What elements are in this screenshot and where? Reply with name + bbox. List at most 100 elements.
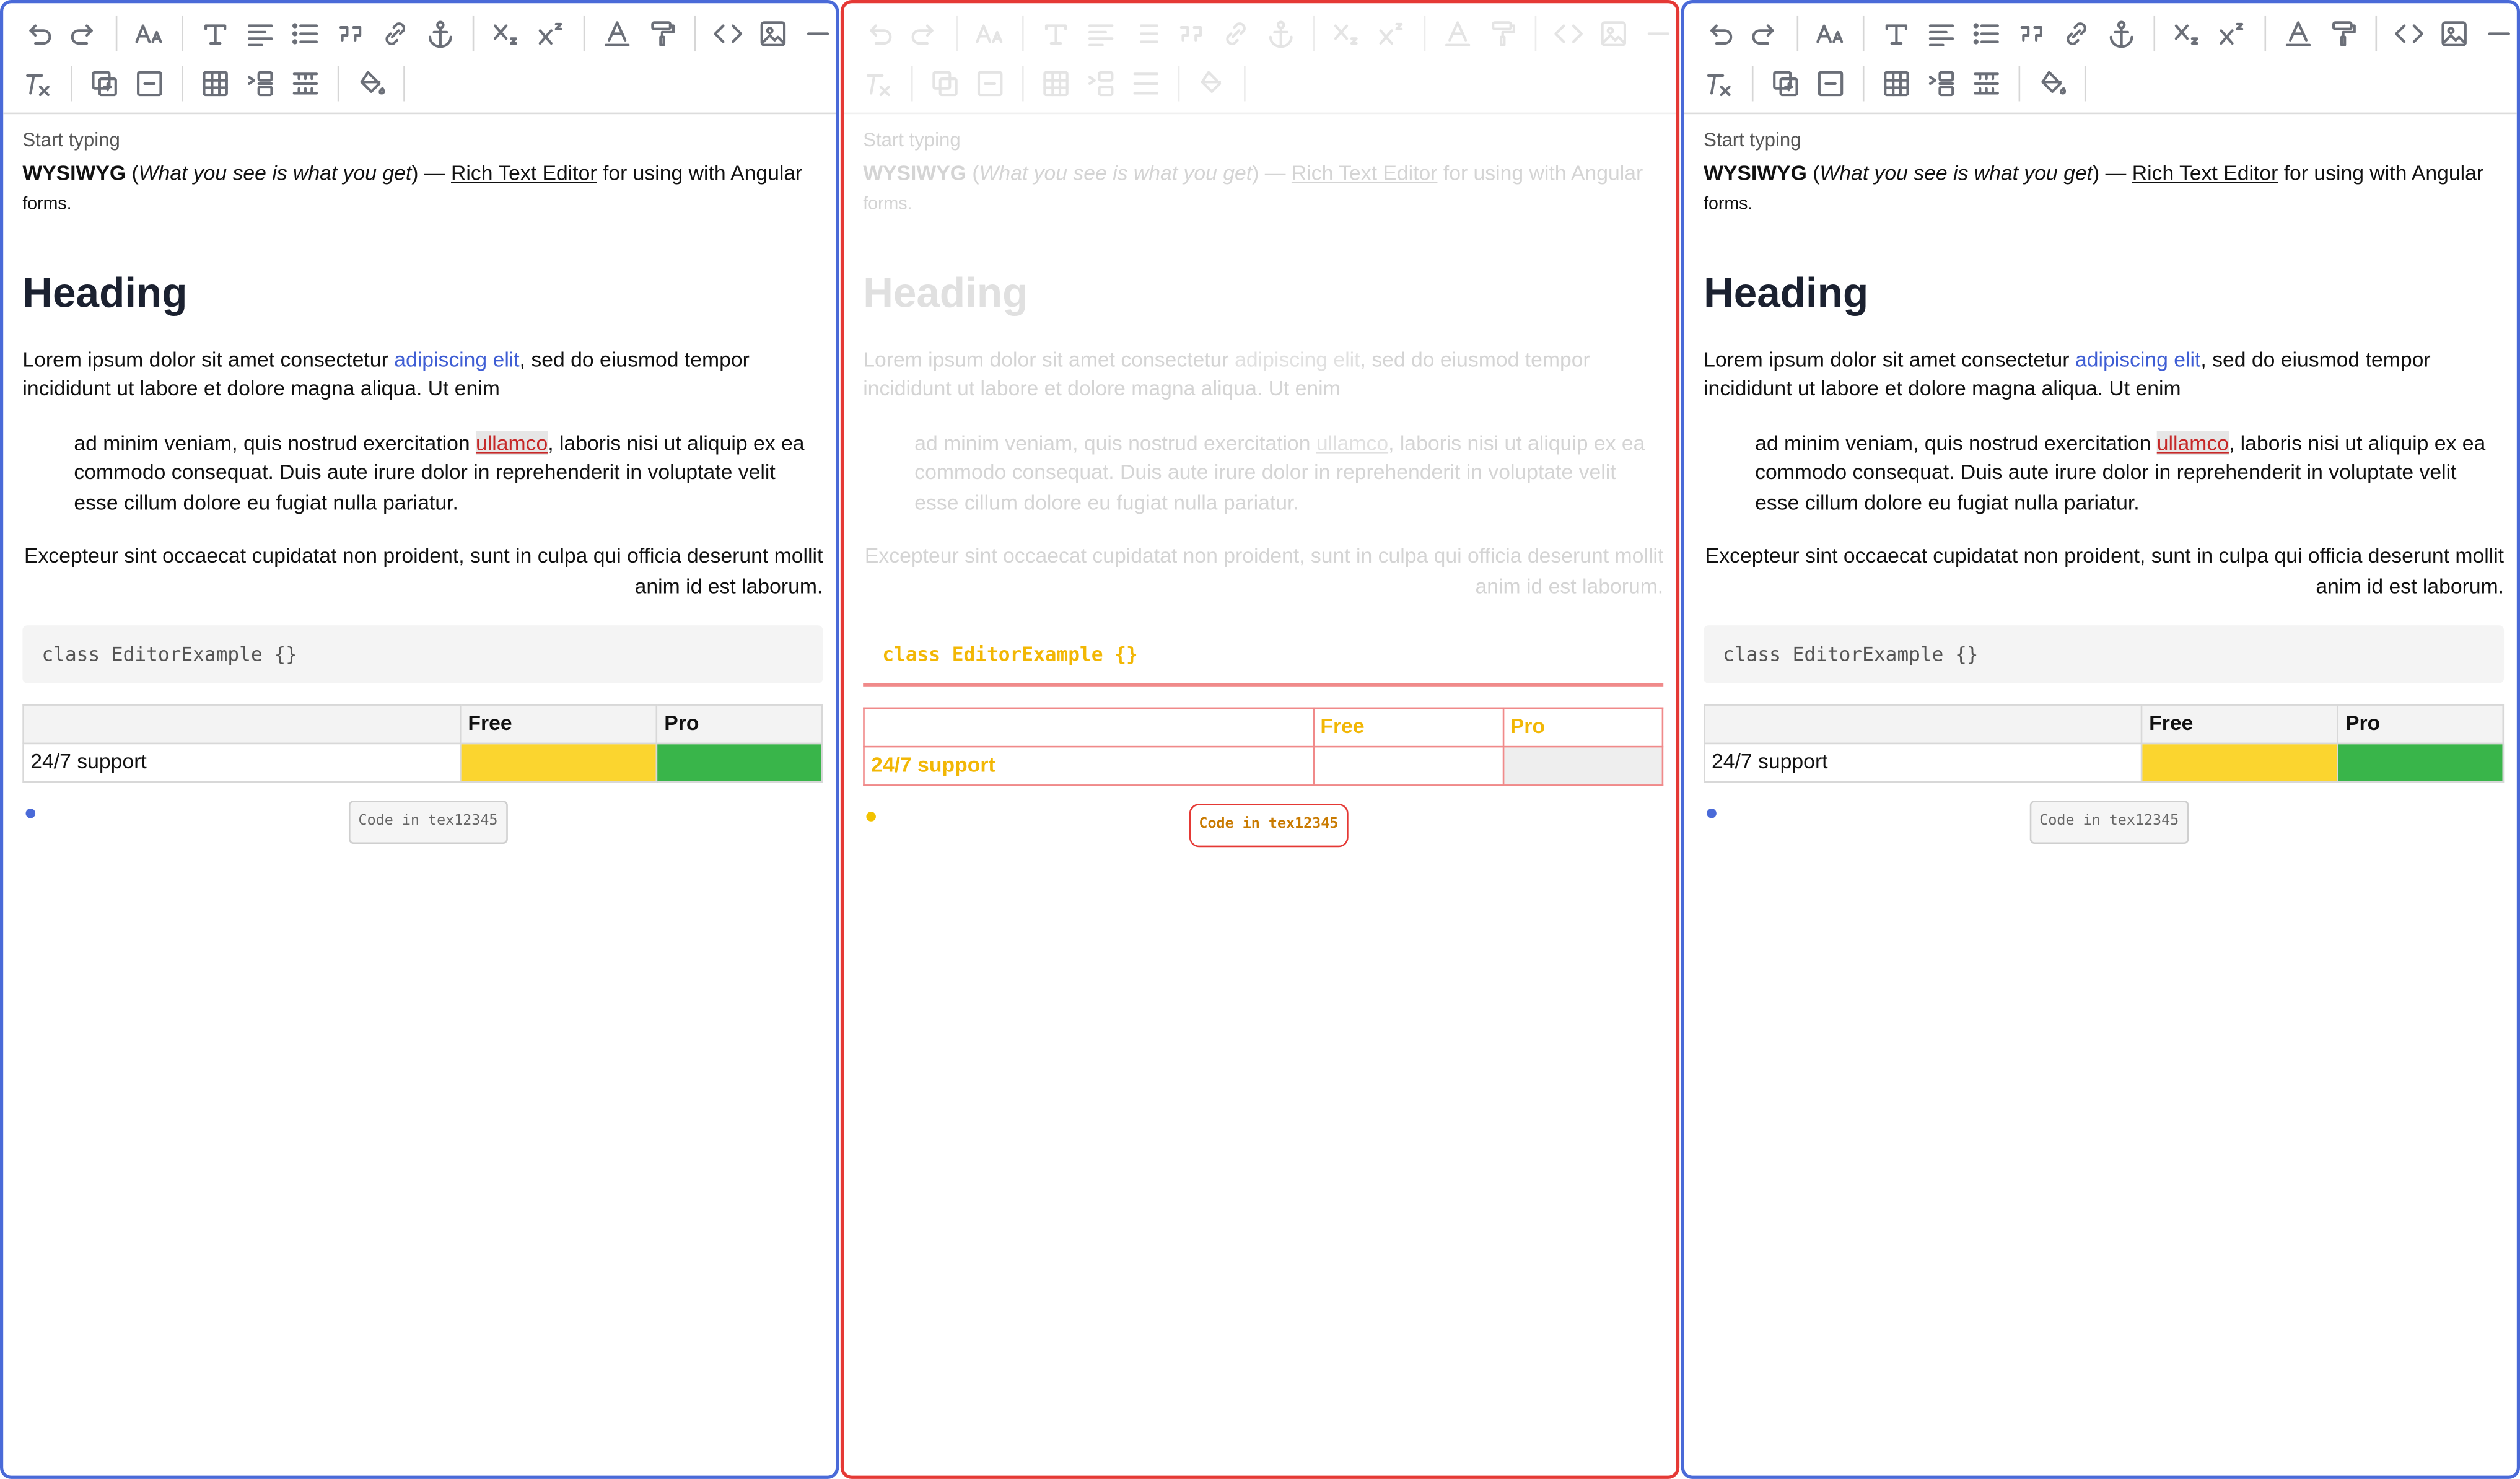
intro-text: ( — [126, 160, 139, 185]
anchor-icon[interactable] — [2099, 13, 2144, 55]
anchor-icon[interactable] — [1258, 13, 1303, 55]
image-icon[interactable] — [1591, 13, 1636, 55]
row-insert-icon[interactable] — [238, 63, 283, 104]
adipiscing-link[interactable]: adipiscing elit — [2075, 346, 2200, 371]
anchor-icon[interactable] — [418, 13, 463, 55]
paint-roller-icon[interactable] — [1480, 13, 1525, 55]
toolbar-separator — [1862, 15, 1865, 52]
insert-group-icon[interactable] — [82, 63, 127, 104]
clear-format-icon[interactable] — [16, 63, 61, 104]
cell-merge-icon[interactable] — [1964, 63, 2009, 104]
subscript-icon[interactable] — [2165, 13, 2210, 55]
intro-text: ) — — [2093, 160, 2132, 185]
code-chip[interactable]: Code in tex12345 — [348, 801, 508, 843]
text-color-icon[interactable] — [2276, 13, 2321, 55]
toolbar-separator — [2153, 15, 2156, 52]
superscript-icon[interactable] — [1369, 13, 1414, 55]
code-chip[interactable]: Code in tex12345 — [1189, 804, 1348, 846]
text-style-icon[interactable] — [193, 13, 238, 55]
fill-color-icon[interactable] — [1189, 63, 1235, 104]
adipiscing-link[interactable]: adipiscing elit — [1235, 346, 1360, 371]
align-icon[interactable] — [238, 13, 283, 55]
text-color-icon[interactable] — [1435, 13, 1481, 55]
undo-icon[interactable] — [857, 13, 902, 55]
table-icon[interactable] — [1874, 63, 1919, 104]
code-icon[interactable] — [1546, 13, 1591, 55]
fill-color-icon[interactable] — [2030, 63, 2075, 104]
undo-icon[interactable] — [16, 13, 61, 55]
align-icon[interactable] — [1078, 13, 1124, 55]
link-icon[interactable] — [2054, 13, 2099, 55]
intro-paragraph: WYSIWYG (What you see is what you get) —… — [22, 159, 823, 220]
font-size-icon[interactable] — [1808, 13, 1853, 55]
align-icon[interactable] — [1919, 13, 1964, 55]
row-insert-icon[interactable] — [1919, 63, 1964, 104]
link-icon[interactable] — [373, 13, 418, 55]
rich-text-editor-link[interactable]: Rich Text Editor — [451, 160, 597, 184]
image-icon[interactable] — [2431, 13, 2477, 55]
undo-icon[interactable] — [1697, 13, 1743, 55]
table-header-cell: Pro — [1502, 707, 1664, 748]
redo-icon[interactable] — [61, 13, 107, 55]
horizontal-rule-icon[interactable] — [2477, 13, 2517, 55]
list-icon[interactable] — [1123, 13, 1168, 55]
table-icon[interactable] — [193, 63, 238, 104]
list-icon[interactable] — [1964, 13, 2009, 55]
code-icon[interactable] — [2387, 13, 2432, 55]
redo-icon[interactable] — [901, 13, 947, 55]
editor-footer: Code in tex12345 — [1704, 796, 2504, 843]
subscript-icon[interactable] — [1324, 13, 1370, 55]
rich-text-editor-link[interactable]: Rich Text Editor — [2132, 160, 2278, 184]
paint-roller-icon[interactable] — [640, 13, 685, 55]
quote-icon[interactable] — [2009, 13, 2054, 55]
clear-format-icon[interactable] — [1697, 63, 1743, 104]
table-cell-yellow — [2141, 742, 2339, 783]
fill-color-icon[interactable] — [349, 63, 394, 104]
editor-content[interactable]: Start typing WYSIWYG (What you see is wh… — [1704, 125, 2505, 843]
table-header-cell: Free — [460, 704, 658, 745]
horizontal-rule-icon[interactable] — [795, 13, 836, 55]
subscript-icon[interactable] — [484, 13, 529, 55]
table-header-cell — [1704, 704, 2143, 745]
quote-icon[interactable] — [328, 13, 373, 55]
font-size-icon[interactable] — [127, 13, 172, 55]
right-aligned-paragraph: Excepteur sint occaecat cupidatat non pr… — [1705, 543, 2505, 597]
font-size-icon[interactable] — [968, 13, 1013, 55]
quote-text: ad minim veniam, quis nostrud exercitati… — [914, 430, 1316, 454]
superscript-icon[interactable] — [2210, 13, 2255, 55]
remove-group-icon[interactable] — [127, 63, 172, 104]
table-icon[interactable] — [1033, 63, 1078, 104]
editor-content[interactable]: Start typing WYSIWYG (What you see is wh… — [863, 125, 1664, 846]
clear-format-icon[interactable] — [857, 63, 902, 104]
table-row: 24/7 support — [22, 742, 823, 783]
quote-icon[interactable] — [1168, 13, 1214, 55]
cell-merge-icon[interactable] — [283, 63, 328, 104]
horizontal-rule-icon[interactable] — [1636, 13, 1676, 55]
link-icon[interactable] — [1214, 13, 1259, 55]
placeholder-text: Start typing — [22, 128, 120, 151]
heading: Heading — [22, 267, 188, 316]
text-style-icon[interactable] — [1874, 13, 1919, 55]
adipiscing-link[interactable]: adipiscing elit — [394, 346, 519, 371]
table-cell-yellow — [1312, 745, 1504, 786]
remove-group-icon[interactable] — [968, 63, 1013, 104]
rich-text-editor-link[interactable]: Rich Text Editor — [1292, 160, 1438, 184]
superscript-icon[interactable] — [529, 13, 574, 55]
right-aligned-paragraph: Excepteur sint occaecat cupidatat non pr… — [864, 543, 1664, 597]
code-icon[interactable] — [706, 13, 751, 55]
image-icon[interactable] — [751, 13, 796, 55]
cell-merge-icon[interactable] — [1123, 63, 1168, 104]
insert-group-icon[interactable] — [1763, 63, 1808, 104]
editor-content[interactable]: Start typing WYSIWYG (What you see is wh… — [22, 125, 823, 843]
redo-icon[interactable] — [1742, 13, 1787, 55]
list-icon[interactable] — [283, 13, 328, 55]
row-insert-icon[interactable] — [1078, 63, 1124, 104]
paint-roller-icon[interactable] — [2321, 13, 2366, 55]
remove-group-icon[interactable] — [1808, 63, 1853, 104]
insert-group-icon[interactable] — [922, 63, 968, 104]
code-chip[interactable]: Code in tex12345 — [2029, 801, 2189, 843]
text-style-icon[interactable] — [1033, 13, 1078, 55]
toolbar-separator — [1862, 66, 1865, 102]
text-color-icon[interactable] — [595, 13, 640, 55]
intro-small: forms. — [1704, 194, 1753, 214]
